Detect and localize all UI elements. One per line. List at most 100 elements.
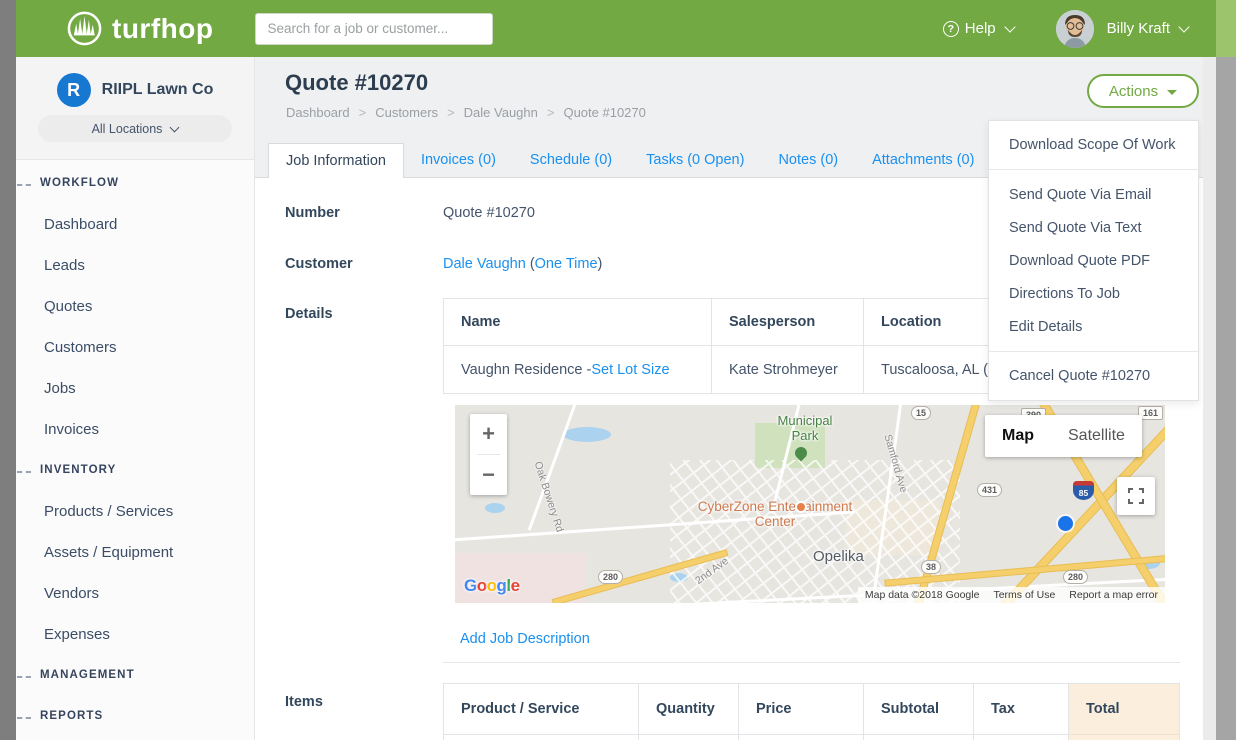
- tab-schedule[interactable]: Schedule (0): [513, 144, 629, 177]
- google-logo[interactable]: Google: [464, 576, 520, 596]
- tab-invoices[interactable]: Invoices (0): [404, 144, 513, 177]
- company-badge: R: [57, 73, 91, 107]
- window-edge-strip: [0, 0, 16, 740]
- menu-item-send-quote-via-email[interactable]: Send Quote Via Email: [989, 178, 1198, 211]
- window-scrollbar-top: [1216, 0, 1236, 57]
- route-shield: 280: [1063, 570, 1088, 584]
- set-lot-size-link[interactable]: Set Lot Size: [591, 362, 669, 378]
- sidebar-section-management[interactable]: MANAGEMENT: [16, 655, 254, 696]
- company-name: RIIPL Lawn Co: [102, 81, 214, 99]
- report-map-error-link[interactable]: Report a map error: [1069, 589, 1158, 601]
- user-avatar[interactable]: [1056, 10, 1094, 48]
- number-value: Quote #10270: [443, 205, 535, 221]
- details-label: Details: [285, 306, 333, 322]
- help-label: Help: [965, 20, 996, 37]
- map-city-label: Opelika: [813, 548, 864, 565]
- section-dash-decoration: [17, 676, 31, 678]
- menu-item-directions-to-job[interactable]: Directions To Job: [989, 277, 1198, 310]
- add-job-description-link[interactable]: Add Job Description: [460, 631, 590, 647]
- sidebar-item-products-services[interactable]: Products / Services: [16, 491, 254, 532]
- details-cell-salesperson: Kate Strohmeyer: [712, 346, 863, 393]
- customer-label: Customer: [285, 256, 353, 272]
- help-icon: ?: [943, 21, 959, 37]
- sidebar-item-jobs[interactable]: Jobs: [16, 368, 254, 409]
- zoom-in-button[interactable]: +: [470, 414, 507, 454]
- menu-item-edit-details[interactable]: Edit Details: [989, 310, 1198, 343]
- breadcrumb-dashboard[interactable]: Dashboard: [286, 105, 350, 120]
- sidebar-item-vendors[interactable]: Vendors: [16, 573, 254, 614]
- avatar-photo: [1056, 10, 1094, 48]
- window-scrollbar-thumb[interactable]: [1216, 0, 1236, 740]
- location-selector[interactable]: All Locations: [38, 115, 232, 142]
- brand-logo[interactable]: turfhop: [66, 10, 213, 47]
- sidebar-item-invoices[interactable]: Invoices: [16, 409, 254, 450]
- breadcrumb-separator: >: [359, 105, 367, 120]
- route-shield: 15: [911, 406, 931, 420]
- breadcrumb-customers[interactable]: Customers: [375, 105, 438, 120]
- items-header-price: Price: [739, 684, 863, 735]
- map-view-button[interactable]: Map: [985, 415, 1051, 457]
- items-cell: [639, 735, 738, 740]
- menu-item-download-quote-pdf[interactable]: Download Quote PDF: [989, 244, 1198, 277]
- items-table: Product / Service Quantity Price Subtota…: [443, 683, 1180, 740]
- customer-type-link[interactable]: One Time: [535, 256, 598, 272]
- poi-marker-icon: [795, 501, 807, 513]
- search-input[interactable]: [255, 13, 493, 45]
- sidebar-item-dashboard[interactable]: Dashboard: [16, 204, 254, 245]
- satellite-view-button[interactable]: Satellite: [1051, 415, 1142, 457]
- page-scrollbar-track[interactable]: [1203, 57, 1216, 740]
- sidebar-item-expenses[interactable]: Expenses: [16, 614, 254, 655]
- caret-down-icon: [1167, 90, 1177, 95]
- sidebar-section-reports[interactable]: REPORTS: [16, 696, 254, 737]
- terms-of-use-link[interactable]: Terms of Use: [993, 589, 1055, 601]
- items-cell: [739, 735, 863, 740]
- brand-name: turfhop: [112, 13, 213, 45]
- map-canvas[interactable]: Municipal Park CyberZone Entertainment C…: [455, 405, 1165, 603]
- sidebar: R RIIPL Lawn Co All Locations WORKFLOW D…: [16, 57, 255, 740]
- tab-attachments[interactable]: Attachments (0): [855, 144, 991, 177]
- interstate-shield: 85: [1073, 481, 1094, 500]
- customer-value: Dale Vaughn (One Time): [443, 256, 602, 272]
- sidebar-item-quotes[interactable]: Quotes: [16, 286, 254, 327]
- top-navbar: turfhop ? Help Billy Kraft: [16, 0, 1236, 57]
- items-cell: [444, 735, 638, 740]
- menu-item-send-quote-via-text[interactable]: Send Quote Via Text: [989, 211, 1198, 244]
- sidebar-company-block: R RIIPL Lawn Co All Locations: [16, 57, 254, 160]
- actions-dropdown-menu: Download Scope Of Work Send Quote Via Em…: [988, 120, 1199, 401]
- breadcrumb-separator: >: [447, 105, 455, 120]
- zoom-out-button[interactable]: −: [470, 455, 507, 495]
- page-title: Quote #10270: [285, 70, 428, 96]
- items-header-subtotal: Subtotal: [864, 684, 973, 735]
- details-header-salesperson: Salesperson: [712, 299, 863, 346]
- items-header-quantity: Quantity: [639, 684, 738, 735]
- job-location-marker: [1058, 516, 1073, 531]
- breadcrumb-customer-name[interactable]: Dale Vaughn: [464, 105, 538, 120]
- tab-notes[interactable]: Notes (0): [761, 144, 855, 177]
- items-header-total: Total: [1069, 684, 1179, 735]
- breadcrumb: Dashboard>Customers>Dale Vaughn>Quote #1…: [286, 105, 646, 120]
- items-cell: [1069, 735, 1179, 740]
- menu-item-cancel-quote[interactable]: Cancel Quote #10270: [989, 352, 1198, 400]
- section-dash-decoration: [17, 471, 31, 473]
- breadcrumb-current: Quote #10270: [563, 105, 645, 120]
- map-zoom-control: + −: [470, 414, 507, 495]
- map-attribution: Map data ©2018 Google Terms of Use Repor…: [858, 587, 1165, 603]
- actions-button[interactable]: Actions: [1087, 74, 1199, 108]
- tab-job-information[interactable]: Job Information: [268, 143, 404, 178]
- menu-item-download-scope-of-work[interactable]: Download Scope Of Work: [989, 121, 1198, 169]
- customer-link[interactable]: Dale Vaughn: [443, 256, 526, 272]
- help-menu[interactable]: ? Help: [943, 20, 1014, 37]
- fullscreen-button[interactable]: [1117, 477, 1155, 515]
- sidebar-item-assets-equipment[interactable]: Assets / Equipment: [16, 532, 254, 573]
- sidebar-item-customers[interactable]: Customers: [16, 327, 254, 368]
- divider: [443, 662, 1180, 663]
- sidebar-section-workflow: WORKFLOW: [16, 163, 254, 204]
- items-cell: [864, 735, 973, 740]
- map-water: [563, 427, 611, 442]
- user-name[interactable]: Billy Kraft: [1107, 20, 1170, 37]
- map-water: [485, 503, 505, 513]
- route-shield: 431: [977, 483, 1002, 497]
- sidebar-item-leads[interactable]: Leads: [16, 245, 254, 286]
- tab-tasks[interactable]: Tasks (0 Open): [629, 144, 761, 177]
- sidebar-nav: WORKFLOW Dashboard Leads Quotes Customer…: [16, 160, 254, 737]
